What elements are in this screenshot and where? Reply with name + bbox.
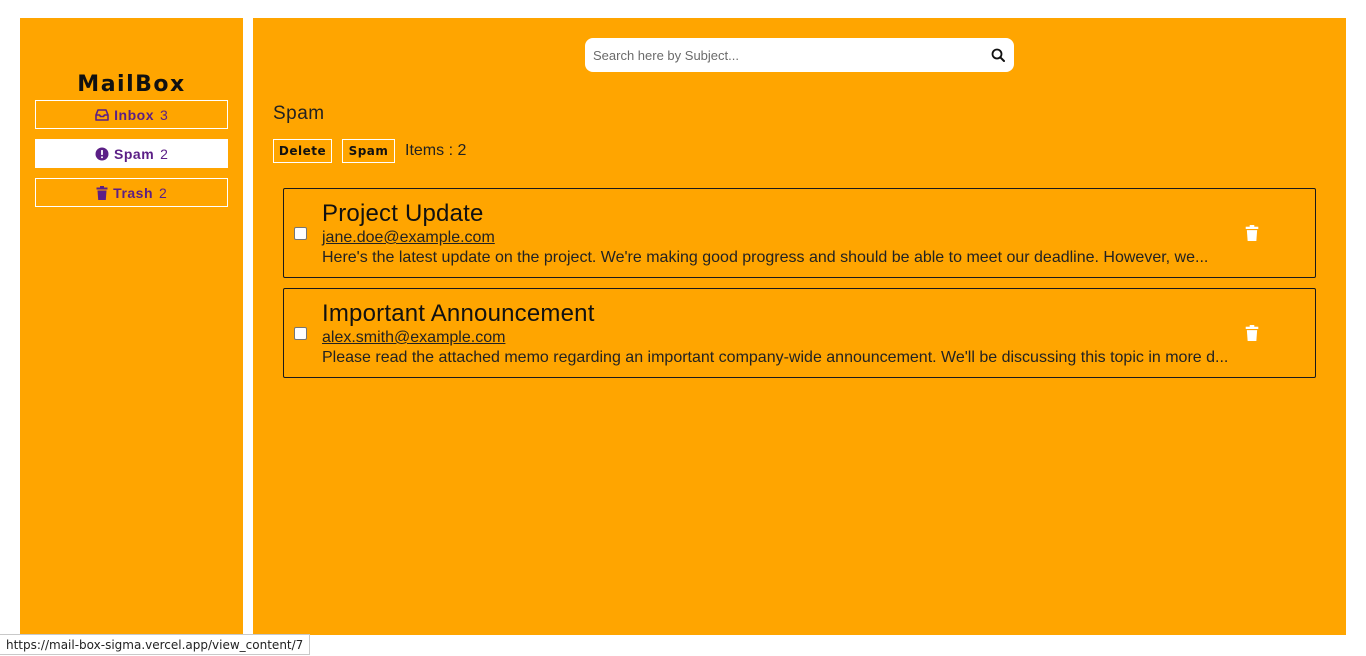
spam-button[interactable]: Spam	[342, 139, 395, 163]
trash-icon[interactable]	[1245, 225, 1259, 241]
app-title: MailBox	[77, 72, 186, 97]
mail-sender-link[interactable]: alex.smith@example.com	[322, 329, 505, 347]
delete-button[interactable]: Delete	[273, 139, 332, 163]
mail-list-item[interactable]: Project Update jane.doe@example.com Here…	[283, 188, 1316, 278]
mail-preview: Please read the attached memo regarding …	[322, 349, 1229, 366]
sidebar-item-inbox[interactable]: Inbox 3	[35, 100, 228, 129]
trash-icon	[96, 185, 108, 200]
sidebar-item-count: 2	[160, 145, 168, 162]
mail-subject: Project Update	[322, 200, 484, 227]
sidebar-item-label: Inbox	[114, 106, 155, 123]
mail-select-checkbox[interactable]	[294, 327, 307, 340]
inbox-icon	[95, 108, 109, 121]
mail-sender-link[interactable]: jane.doe@example.com	[322, 229, 495, 247]
alert-circle-icon	[95, 147, 109, 161]
mail-select-checkbox[interactable]	[294, 227, 307, 240]
sidebar-item-spam[interactable]: Spam 2	[35, 139, 228, 168]
sidebar-item-trash[interactable]: Trash 2	[35, 178, 228, 207]
mail-list-item[interactable]: Important Announcement alex.smith@exampl…	[283, 288, 1316, 378]
sidebar-item-count: 3	[160, 106, 168, 123]
sidebar-item-label: Trash	[113, 184, 154, 201]
page-title: Spam	[273, 103, 325, 124]
sidebar-item-count: 2	[159, 184, 167, 201]
mail-preview: Here's the latest update on the project.…	[322, 249, 1209, 266]
main-panel: Spam Delete Spam Items : 2 Project Updat…	[253, 18, 1346, 635]
sidebar: MailBox Inbox 3 Spam 2 Trash 2	[20, 18, 243, 635]
items-count: Items : 2	[405, 142, 467, 159]
trash-icon[interactable]	[1245, 325, 1259, 341]
sidebar-item-label: Spam	[114, 145, 155, 162]
mail-subject: Important Announcement	[322, 300, 595, 327]
search-box	[585, 38, 1014, 72]
status-bar-url: https://mail-box-sigma.vercel.app/view_c…	[0, 634, 311, 655]
search-input[interactable]	[593, 44, 973, 66]
search-icon[interactable]	[991, 48, 1005, 62]
